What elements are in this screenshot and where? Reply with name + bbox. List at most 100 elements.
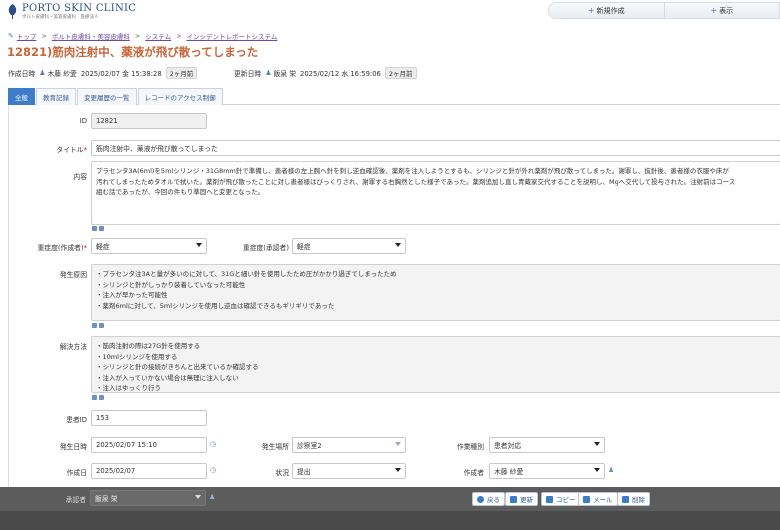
user-icon: ♟ (39, 69, 46, 77)
logo-subtitle: ポルト皮膚科・美容皮膚科 医療法人 (22, 15, 99, 20)
plus-icon: + (710, 6, 718, 15)
solution-label: 解決方法 (59, 343, 87, 351)
content-editor-tools (92, 226, 106, 231)
copy-button[interactable]: コピー (541, 492, 581, 506)
user-icon: ♟ (265, 69, 272, 77)
top-bar: PORTO SKIN CLINIC ポルト皮膚科・美容皮膚科 医療法人 + 新規… (0, 0, 780, 26)
preview-icon[interactable] (99, 395, 104, 400)
chevron-down-icon (195, 495, 201, 499)
title-label: タイトル* (56, 146, 87, 154)
severity-approver-select[interactable]: 軽症 (292, 238, 406, 254)
user-icon[interactable]: ♟ (209, 493, 215, 501)
chevron-down-icon (594, 442, 600, 446)
occurred-at-label: 発生日時 (59, 443, 87, 451)
severity-reporter-label: 重症度(作成者)* (37, 244, 88, 252)
occurred-at-input[interactable]: 2025/02/07 15:10 (91, 437, 207, 453)
updated-ago-badge: 2ヶ月前 (384, 67, 417, 79)
cause-label: 発生原因 (59, 271, 87, 279)
tab-education-record[interactable]: 教育記録 (36, 88, 76, 105)
created-date-input[interactable]: 2025/02/07 (91, 463, 207, 479)
plus-icon: + (587, 6, 595, 15)
back-button[interactable]: 戻る (472, 492, 505, 506)
breadcrumb-incident-system[interactable]: インシデントレポートシステム (187, 31, 278, 41)
breadcrumb-separator: > (134, 32, 141, 40)
view-menu-button[interactable]: + 表示 (663, 3, 780, 18)
update-button[interactable]: 更新 (505, 492, 538, 506)
breadcrumb-separator: > (176, 32, 182, 40)
preview-icon[interactable] (99, 226, 104, 231)
place-select[interactable]: 診察室2 (292, 437, 406, 453)
mail-icon (583, 495, 590, 503)
trash-icon (622, 495, 629, 503)
new-record-button[interactable]: + 新規作成 (549, 3, 664, 18)
updated-meta: 更新日時 ♟ 飯泉 栄 2025/02/12 水 16:59:06 2ヶ月前 (234, 67, 417, 79)
user-icon[interactable]: ♟ (608, 466, 614, 474)
content-textarea[interactable]: プラセンタ3A(6ml)を5mlシリンジ・31G8mm針で準備し、患者様の左上腕… (91, 161, 780, 225)
chevron-down-icon (395, 468, 401, 472)
created-label: 作成日時 (8, 70, 36, 78)
general-tab-panel: ID 12821 タイトル* 筋肉注射中、薬液が飛び散ってしまった 内容 プラセ… (8, 105, 780, 487)
patient-id-label: 患者ID (66, 416, 87, 424)
created-ago-badge: 2ヶ月前 (165, 67, 198, 79)
cause-textarea[interactable]: ・プラセンタ注3Aと量が多いのに対して、31Gと細い針を使用したため圧がかかり過… (91, 264, 780, 321)
chevron-down-icon (395, 442, 401, 446)
save-icon (510, 495, 517, 503)
tab-access-control[interactable]: レコードのアクセス制御 (137, 88, 223, 105)
updated-user[interactable]: 飯泉 栄 (273, 68, 296, 78)
status-label: 状況 (275, 469, 289, 477)
solution-editor-tools (92, 395, 106, 400)
delete-button[interactable]: 削除 (617, 492, 650, 506)
expand-icon[interactable] (92, 226, 97, 231)
calendar-icon[interactable]: ◷ (210, 440, 216, 448)
clinic-logo[interactable]: PORTO SKIN CLINIC ポルト皮膚科・美容皮膚科 医療法人 (6, 3, 136, 21)
created-user[interactable]: 木藤 紗愛 (47, 68, 76, 78)
updated-label: 更新日時 (234, 70, 262, 78)
severity-reporter-select[interactable]: 軽症 (91, 238, 207, 254)
approver-label: 承認者 (65, 496, 86, 504)
tab-general[interactable]: 全般 (8, 88, 35, 105)
solution-textarea[interactable]: ・筋肉注射の際は27G針を使用する ・10mlシリンジを使用する ・シリンジと針… (91, 336, 780, 393)
status-select[interactable]: 提出 (292, 463, 406, 479)
cause-editor-tools (92, 323, 106, 328)
breadcrumb: ✎ トップ > ポルト皮膚科・美容皮膚科 > システム > インシデントレポート… (8, 31, 277, 41)
expand-icon[interactable] (92, 395, 97, 400)
patient-id-input[interactable]: 153 (91, 410, 207, 426)
id-label: ID (79, 117, 87, 125)
calendar-icon[interactable]: ◷ (210, 466, 216, 474)
breadcrumb-clinic[interactable]: ポルト皮膚科・美容皮膚科 (52, 31, 130, 41)
pencil-icon: ✎ (8, 32, 14, 40)
content-label: 内容 (73, 173, 87, 181)
logo-mark-icon (8, 4, 17, 19)
record-tabs: 全般 教育記録 変更履歴の一覧 レコードのアクセス制御 (8, 88, 780, 105)
page-title: 12821)筋肉注射中、薬液が飛び散ってしまった (7, 45, 259, 59)
preview-icon[interactable] (99, 323, 104, 328)
created-datetime: 2025/02/07 金 15:38:28 (80, 70, 162, 78)
required-mark: * (83, 146, 87, 154)
breadcrumb-top[interactable]: トップ (17, 31, 37, 41)
breadcrumb-system[interactable]: システム (145, 31, 171, 41)
id-field: 12821 (91, 113, 207, 129)
back-icon (477, 495, 484, 503)
breadcrumb-separator: > (41, 32, 47, 40)
tab-change-history[interactable]: 変更履歴の一覧 (77, 88, 137, 105)
work-type-label: 作業種別 (456, 443, 484, 451)
created-meta: 作成日時 ♟ 木藤 紗愛 2025/02/07 金 15:38:28 2ヶ月前 (8, 67, 198, 79)
mail-button[interactable]: メール (578, 492, 618, 506)
chevron-down-icon (395, 243, 401, 247)
expand-icon[interactable] (92, 323, 97, 328)
chevron-down-icon (196, 243, 202, 247)
title-input[interactable]: 筋肉注射中、薬液が飛び散ってしまった (91, 140, 780, 156)
approver-select[interactable]: 飯泉 栄 (90, 490, 206, 506)
work-type-select[interactable]: 患者対応 (489, 437, 605, 453)
logo-name: PORTO SKIN CLINIC (22, 3, 137, 14)
chevron-down-icon (594, 468, 600, 472)
author-select[interactable]: 木藤 紗愛 (489, 463, 605, 479)
copy-icon (546, 495, 553, 503)
author-label: 作成者 (463, 469, 484, 477)
required-mark: * (83, 244, 87, 252)
created-date-label: 作成日 (66, 469, 87, 477)
severity-approver-label: 重症度(承認者) (242, 244, 289, 252)
updated-datetime: 2025/02/12 水 16:59:06 (300, 70, 381, 78)
top-actions: + 新規作成 + 表示 (548, 2, 780, 19)
place-label: 発生場所 (261, 443, 289, 451)
